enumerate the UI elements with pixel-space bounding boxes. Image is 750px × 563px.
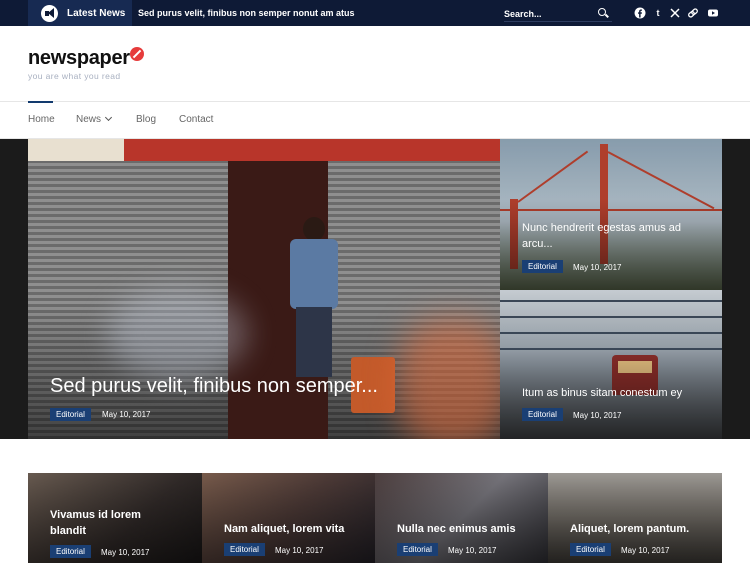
figure-torso (290, 239, 338, 309)
nav-item-home[interactable]: Home (28, 114, 55, 125)
card-title-line[interactable]: Nam aliquet, lorem vita (224, 521, 344, 537)
card-title-line[interactable]: Nulla nec enimus amis (397, 521, 516, 537)
figure-head (303, 217, 325, 241)
site-tagline: you are what you read (28, 71, 121, 81)
category-badge[interactable]: Editorial (224, 543, 265, 556)
post-date: May 10, 2017 (275, 546, 324, 555)
post-date: May 10, 2017 (573, 263, 622, 272)
category-badge[interactable]: Editorial (570, 543, 611, 556)
chevron-down-icon (104, 113, 113, 122)
link-icon[interactable] (687, 7, 699, 19)
tumblr-icon[interactable]: t (652, 7, 664, 19)
search-box (504, 4, 612, 23)
search-icon[interactable] (598, 8, 606, 16)
card-title-line[interactable]: blandit (50, 523, 86, 539)
post-date: May 10, 2017 (573, 411, 622, 420)
nav-item-contact[interactable]: Contact (179, 114, 213, 125)
news-ticker-headline[interactable]: Sed purus velit, finibus non semper nonu… (138, 8, 355, 18)
megaphone-icon (41, 4, 58, 22)
figure-legs (296, 307, 332, 377)
logo-text[interactable]: newspaper (28, 47, 130, 70)
category-badge[interactable]: Editorial (50, 545, 91, 558)
side-article-title-line[interactable]: arcu... (522, 236, 553, 252)
latest-news-label-box: Latest News (28, 0, 132, 26)
side-article-title-line[interactable]: Itum as binus sitam conestum ey (522, 385, 682, 401)
youtube-icon[interactable] (707, 7, 719, 19)
category-badge[interactable]: Editorial (522, 260, 563, 273)
post-date: May 10, 2017 (102, 410, 151, 419)
nav-item-blog[interactable]: Blog (136, 114, 156, 125)
top-bar: Latest News Sed purus velit, finibus non… (0, 0, 750, 26)
x-icon[interactable] (669, 7, 681, 19)
nav-active-indicator (28, 101, 53, 103)
category-badge[interactable]: Editorial (397, 543, 438, 556)
category-badge[interactable]: Editorial (522, 408, 563, 421)
motion-blur-right (398, 319, 500, 439)
facebook-icon[interactable] (634, 7, 646, 19)
card-title-line[interactable]: Vivamus id lorem (50, 507, 141, 523)
search-input[interactable] (504, 5, 584, 23)
post-date: May 10, 2017 (101, 548, 150, 557)
category-badge[interactable]: Editorial (50, 408, 91, 421)
nav-item-news[interactable]: News (76, 113, 113, 125)
post-date: May 10, 2017 (448, 546, 497, 555)
trumpet-player-figure (286, 217, 342, 377)
latest-news-label: Latest News (67, 7, 126, 19)
main-nav: Home News Blog Contact (0, 101, 750, 139)
side-article-title-line[interactable]: Nunc hendrerit egestas amus ad (522, 220, 681, 236)
hero-main-title[interactable]: Sed purus velit, finibus non semper... (50, 375, 378, 398)
storefront-sign-panel (28, 139, 124, 161)
logo-mark-icon (130, 47, 144, 61)
nav-item-news-label: News (76, 114, 102, 125)
motion-blur-left (108, 289, 248, 379)
site-logo[interactable]: newspaper (28, 47, 144, 70)
card-title-line[interactable]: Aliquet, lorem pantum. (570, 521, 689, 537)
post-date: May 10, 2017 (621, 546, 670, 555)
